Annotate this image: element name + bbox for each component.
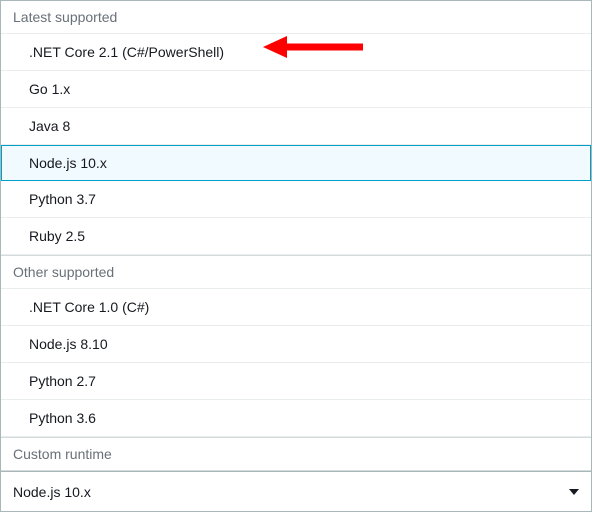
option-python-36[interactable]: Python 3.6 — [1, 400, 591, 437]
runtime-dropdown-panel: Latest supported .NET Core 2.1 (C#/Power… — [1, 1, 591, 471]
option-nodejs-810[interactable]: Node.js 8.10 — [1, 326, 591, 363]
option-dotnet-core-10[interactable]: .NET Core 1.0 (C#) — [1, 289, 591, 326]
group-header-latest: Latest supported — [1, 1, 591, 34]
group-header-custom: Custom runtime — [1, 437, 591, 471]
option-python-27[interactable]: Python 2.7 — [1, 363, 591, 400]
chevron-down-icon — [569, 489, 579, 495]
option-nodejs-10x[interactable]: Node.js 10.x — [1, 145, 591, 181]
option-ruby-25[interactable]: Ruby 2.5 — [1, 218, 591, 255]
option-go-1x[interactable]: Go 1.x — [1, 71, 591, 108]
runtime-select-value: Node.js 10.x — [13, 484, 91, 500]
option-python-37[interactable]: Python 3.7 — [1, 181, 591, 218]
option-dotnet-core-21[interactable]: .NET Core 2.1 (C#/PowerShell) — [1, 34, 591, 71]
option-java-8[interactable]: Java 8 — [1, 108, 591, 145]
group-header-other: Other supported — [1, 255, 591, 289]
runtime-select[interactable]: Node.js 10.x — [1, 471, 591, 511]
